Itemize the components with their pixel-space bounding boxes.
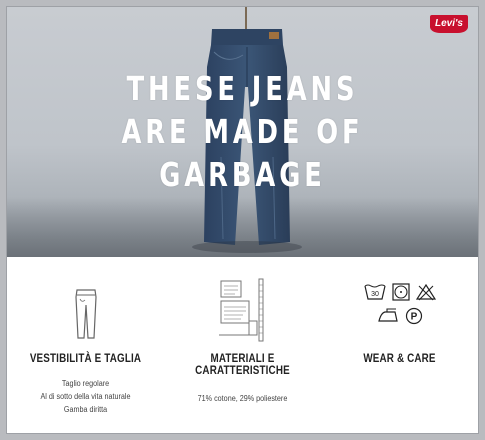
- materials-column: MATERIALI E CARATTERISTICHE 71% cotone, …: [164, 265, 321, 433]
- wash-30-icon: 30: [363, 284, 386, 300]
- headline-line-3: GARBAGE: [159, 155, 326, 194]
- care-column: 30 P WEAR & CARE: [321, 265, 478, 433]
- fit-line-2: Al di sotto della vita naturale: [40, 392, 131, 401]
- hero-banner: THESE JEANS ARE MADE OF GARBAGE Levi's: [7, 7, 478, 257]
- fit-title: VESTIBILITÀ E TAGLIA: [29, 351, 142, 365]
- headline-line-2: ARE MADE OF: [121, 112, 364, 151]
- product-details: VESTIBILITÀ E TAGLIA Taglio regolare Al …: [7, 265, 478, 433]
- fit-line-1: Taglio regolare: [61, 379, 110, 388]
- hero-headline: THESE JEANS ARE MADE OF GARBAGE: [59, 67, 426, 196]
- svg-text:30: 30: [371, 291, 379, 298]
- tumble-dry-icon: [391, 283, 410, 301]
- fit-column: VESTIBILITÀ E TAGLIA Taglio regolare Al …: [7, 265, 164, 433]
- care-title: WEAR & CARE: [363, 351, 436, 365]
- materials-composition: 71% cotone, 29% poliestere: [197, 394, 288, 403]
- jeans-fit-icon: [7, 287, 164, 341]
- dry-clean-p-icon: P: [405, 307, 422, 325]
- fabric-tag-icon: [164, 277, 321, 345]
- fit-line-3: Gamba diritta: [63, 405, 108, 414]
- product-card: THESE JEANS ARE MADE OF GARBAGE Levi's V…: [6, 6, 479, 434]
- materials-title-line-2: CARATTERISTICHE: [195, 363, 290, 377]
- care-icons: 30 P: [321, 283, 478, 325]
- materials-title: MATERIALI E CARATTERISTICHE: [178, 352, 307, 376]
- svg-text:P: P: [410, 312, 417, 323]
- iron-icon: [377, 308, 398, 322]
- no-bleach-icon: [415, 283, 436, 301]
- headline-line-1: THESE JEANS: [126, 69, 359, 108]
- levis-logo[interactable]: Levi's: [430, 15, 468, 33]
